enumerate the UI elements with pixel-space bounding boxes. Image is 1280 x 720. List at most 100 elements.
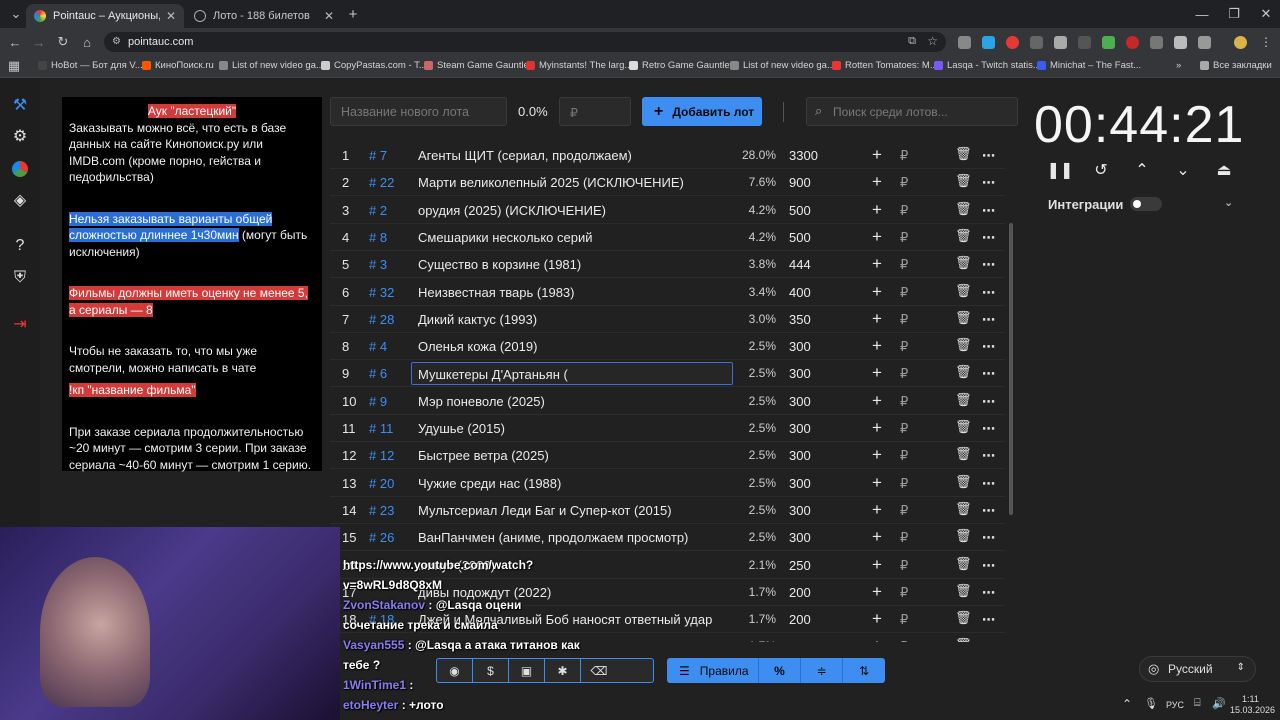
lot-name[interactable]: орудия (2025) (ИСКЛЮЧЕНИЕ) <box>418 203 728 218</box>
add-amount-icon[interactable]: + <box>872 200 882 220</box>
bookmark-item[interactable]: List of new video ga... <box>219 60 324 71</box>
currency-input[interactable]: ₽ <box>900 312 908 328</box>
integrations-toggle[interactable] <box>1130 197 1162 211</box>
add-amount-icon[interactable]: + <box>872 636 882 642</box>
extension-icon[interactable] <box>1126 36 1139 49</box>
bookmark-item[interactable]: Minichat – The Fast... <box>1037 60 1141 71</box>
trash-icon[interactable]: 🗑 <box>955 474 972 490</box>
lot-name[interactable]: Мушкетеры Д'Артаньян ( <box>411 362 733 386</box>
add-amount-icon[interactable]: + <box>872 609 882 629</box>
currency-input[interactable]: ₽ <box>900 203 908 219</box>
keyboard-lang[interactable]: РУС <box>1166 700 1184 710</box>
currency-input[interactable]: ₽ <box>900 148 908 164</box>
donate-icon[interactable]: $ <box>473 659 509 682</box>
pause-icon[interactable]: ❚❚ <box>1047 159 1074 181</box>
restore-icon[interactable]: ❐ <box>1222 3 1246 25</box>
add-amount-icon[interactable]: + <box>872 527 882 547</box>
bookmark-item[interactable]: КиноПоиск.ru <box>142 60 214 71</box>
translate-icon[interactable]: ⧉ <box>908 35 916 48</box>
add-amount-icon[interactable]: + <box>872 391 882 411</box>
forward-icon[interactable]: → <box>27 31 51 53</box>
currency-input[interactable]: ₽ <box>900 285 908 301</box>
lot-amount[interactable]: 300 <box>789 448 811 463</box>
bug-icon[interactable]: ✱ <box>545 659 581 682</box>
trash-icon[interactable]: 🗑 <box>955 637 972 642</box>
currency-input[interactable]: ₽ <box>900 421 908 437</box>
add-amount-icon[interactable]: + <box>872 500 882 520</box>
trash-icon[interactable]: 🗑 <box>955 337 972 353</box>
more-options-icon[interactable]: ⋯ <box>982 558 995 574</box>
scrollbar[interactable] <box>1009 223 1013 515</box>
trash-icon[interactable]: 🗑 <box>955 419 972 435</box>
more-options-icon[interactable]: ⋯ <box>982 530 995 546</box>
puzzle-icon[interactable] <box>1198 36 1211 49</box>
rules-button[interactable]: ☰ Правила <box>667 658 759 683</box>
lot-amount[interactable]: 500 <box>789 230 811 245</box>
integrations-panel[interactable]: Интеграции ⌄ <box>1040 190 1248 218</box>
trash-icon[interactable]: 🗑 <box>955 583 972 599</box>
save-icon[interactable]: ▣ <box>509 659 545 682</box>
add-amount-icon[interactable]: + <box>872 172 882 192</box>
tab-pointauc[interactable]: Pointauc – Аукционы, лотерей ✕ <box>26 4 184 28</box>
currency-input[interactable]: ₽ <box>900 339 908 355</box>
trash-icon[interactable]: 🗑 <box>955 255 972 271</box>
currency-input[interactable]: ₽ <box>900 257 908 273</box>
more-options-icon[interactable]: ⋯ <box>982 230 995 246</box>
shield-check-icon[interactable]: ⛨ <box>8 266 32 290</box>
lot-name[interactable]: Удушье (2015) <box>418 421 728 436</box>
logout-icon[interactable]: ⇥ <box>8 312 32 336</box>
lot-name[interactable]: ВанПанчмен (аниме, продолжаем просмотр) <box>418 530 728 545</box>
mic-icon[interactable]: 🎙 <box>1144 697 1158 710</box>
back-icon[interactable]: ← <box>3 31 27 53</box>
bookmark-item[interactable]: Rotten Tomatoes: M... <box>832 60 938 71</box>
extension-icon[interactable] <box>958 36 971 49</box>
lot-amount[interactable]: 400 <box>789 285 811 300</box>
apps-grid-icon[interactable]: ▦ <box>2 56 26 76</box>
clear-icon[interactable]: ⌫ <box>581 659 617 682</box>
extension-icon[interactable] <box>1174 36 1187 49</box>
reset-icon[interactable]: ↺ <box>1090 159 1112 181</box>
github-icon[interactable]: ◉ <box>437 659 473 682</box>
lot-name[interactable]: Мультсериал Леди Баг и Супер-кот (2015) <box>418 503 728 518</box>
more-options-icon[interactable]: ⋯ <box>982 203 995 219</box>
clock-time[interactable]: 1:11 <box>1242 694 1259 704</box>
language-select[interactable]: ◎ Русский ⇕ <box>1139 656 1256 682</box>
trash-icon[interactable]: 🗑 <box>955 556 972 572</box>
add-amount-icon[interactable]: + <box>872 473 882 493</box>
lot-amount[interactable]: 300 <box>789 476 811 491</box>
add-amount-icon[interactable]: + <box>872 227 882 247</box>
currency-input[interactable]: ₽ <box>900 558 908 574</box>
add-amount-icon[interactable]: + <box>872 555 882 575</box>
tab-loto[interactable]: Лото - 188 билетов ✕ <box>186 4 342 28</box>
more-options-icon[interactable]: ⋯ <box>982 366 995 382</box>
reload-icon[interactable]: ↻ <box>51 31 75 53</box>
bookmark-item[interactable]: Retro Game Gauntlet <box>629 60 732 71</box>
currency-input[interactable]: ₽ <box>900 585 908 601</box>
currency-input[interactable]: ₽ <box>900 175 908 191</box>
site-info-icon[interactable]: ⚙ <box>112 36 121 47</box>
lot-amount[interactable]: 500 <box>789 203 811 218</box>
add-amount-icon[interactable]: + <box>872 363 882 383</box>
new-lot-amount-input[interactable]: ₽ <box>559 97 631 126</box>
address-bar[interactable]: ⚙ pointauc.com ⧉ ☆ <box>104 32 946 52</box>
bookmark-star-icon[interactable]: ☆ <box>927 34 938 48</box>
lot-name[interactable]: Смешарики несколько серий <box>418 230 728 245</box>
align-icon[interactable]: ≑ <box>801 658 843 683</box>
wheel-chart-icon[interactable] <box>8 157 32 181</box>
more-bookmarks-icon[interactable]: » <box>1176 60 1181 71</box>
more-options-icon[interactable]: ⋯ <box>982 394 995 410</box>
more-options-icon[interactable]: ⋯ <box>982 612 995 628</box>
more-options-icon[interactable]: ⋯ <box>982 421 995 437</box>
bookmark-item[interactable]: CopyPastas.com - T... <box>321 60 427 71</box>
add-amount-icon[interactable]: + <box>872 282 882 302</box>
bookmark-item[interactable]: Myinstants! The larg... <box>526 60 632 71</box>
trash-icon[interactable]: 🗑 <box>955 146 972 162</box>
help-icon[interactable]: ? <box>8 234 32 258</box>
extension-icon[interactable] <box>1150 36 1163 49</box>
chevron-down-icon[interactable]: ⌄ <box>1172 159 1194 181</box>
new-tab-icon[interactable]: + <box>341 3 365 25</box>
add-amount-icon[interactable]: + <box>872 418 882 438</box>
tray-chevron-icon[interactable]: ⌃ <box>1122 697 1132 711</box>
percent-icon[interactable]: % <box>759 658 801 683</box>
more-options-icon[interactable]: ⋯ <box>982 312 995 328</box>
